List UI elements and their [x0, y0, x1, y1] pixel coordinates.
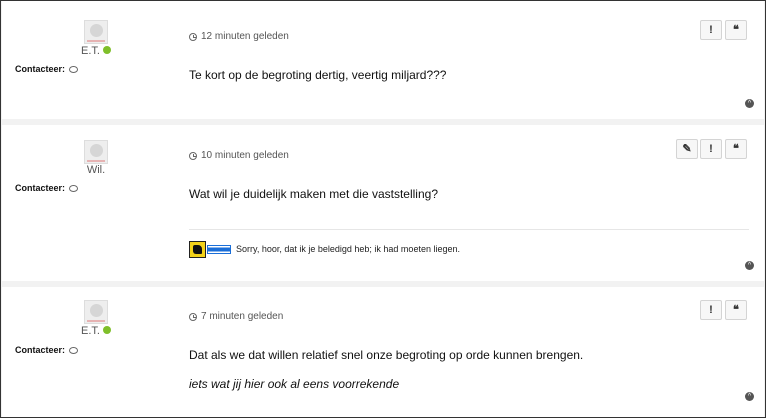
exclamation-icon: ! [709, 303, 713, 316]
contact-row: Contacteer: [15, 183, 79, 193]
avatar[interactable] [84, 20, 108, 44]
quote-icon: ❝ [733, 303, 739, 316]
chevron-up-circle-icon[interactable]: ^ [745, 392, 754, 401]
signature-text: Sorry, hoor, dat ik je beledigd heb; ik … [236, 244, 460, 254]
post: E.T. Contacteer: 12 minuten geleden Te k… [2, 1, 764, 119]
quote-button[interactable]: ❝ [725, 20, 747, 40]
report-button[interactable]: ! [700, 139, 722, 159]
post-author[interactable]: E.T. [66, 325, 126, 337]
chat-bubble-icon[interactable] [69, 346, 79, 354]
contact-row: Contacteer: [15, 64, 79, 74]
post-time-text[interactable]: 12 minuten geleden [201, 31, 289, 42]
edit-button[interactable]: ✎ [676, 139, 698, 159]
post-time-text[interactable]: 10 minuten geleden [201, 150, 289, 161]
post-author[interactable]: Wil. [66, 164, 126, 176]
contact-row: Contacteer: [15, 345, 79, 355]
post-time[interactable]: 12 minuten geleden [189, 31, 289, 42]
post-time[interactable]: 7 minuten geleden [189, 311, 283, 322]
clock-icon [189, 312, 197, 321]
exclamation-icon: ! [709, 142, 713, 155]
chevron-up-circle-icon[interactable]: ^ [745, 99, 754, 108]
post: Wil. Contacteer: 10 minuten geleden Wat … [2, 125, 764, 281]
author-name[interactable]: E.T. [81, 45, 100, 57]
topic-view: E.T. Contacteer: 12 minuten geleden Te k… [0, 0, 766, 418]
quote-icon: ❝ [733, 23, 739, 36]
chat-bubble-icon[interactable] [69, 184, 79, 192]
online-status-icon [102, 46, 111, 54]
banner-image [207, 245, 231, 254]
clock-icon [189, 32, 197, 41]
post-time-text[interactable]: 7 minuten geleden [201, 311, 283, 322]
pencil-icon: ✎ [682, 142, 692, 155]
post-body-text: Te kort op de begroting dertig, veertig … [189, 68, 447, 82]
contact-label: Contacteer: [15, 345, 66, 355]
chevron-up-circle-icon[interactable]: ^ [745, 261, 754, 270]
post-body-text: Wat wil je duidelijk maken met die vasts… [189, 187, 438, 201]
clock-icon [189, 151, 197, 160]
report-button[interactable]: ! [700, 300, 722, 320]
signature-divider [189, 229, 749, 230]
post: E.T. Contacteer: 7 minuten geleden Dat a… [2, 287, 764, 417]
post-author[interactable]: E.T. [66, 45, 126, 57]
online-status-icon [102, 326, 111, 334]
post-body-quote-text: iets wat jij hier ook al eens voorrekend… [189, 377, 400, 391]
quote-button[interactable]: ❝ [725, 139, 747, 159]
avatar[interactable] [84, 300, 108, 324]
avatar[interactable] [84, 140, 108, 164]
author-name[interactable]: E.T. [81, 325, 100, 337]
exclamation-icon: ! [709, 23, 713, 36]
report-button[interactable]: ! [700, 20, 722, 40]
quote-icon: ❝ [733, 142, 739, 155]
author-name[interactable]: Wil. [87, 164, 105, 176]
post-time[interactable]: 10 minuten geleden [189, 150, 289, 161]
chat-bubble-icon[interactable] [69, 65, 79, 73]
contact-label: Contacteer: [15, 183, 66, 193]
quote-button[interactable]: ❝ [725, 300, 747, 320]
flag-image [189, 241, 206, 258]
post-body-text: Dat als we dat willen relatief snel onze… [189, 348, 584, 362]
contact-label: Contacteer: [15, 64, 66, 74]
